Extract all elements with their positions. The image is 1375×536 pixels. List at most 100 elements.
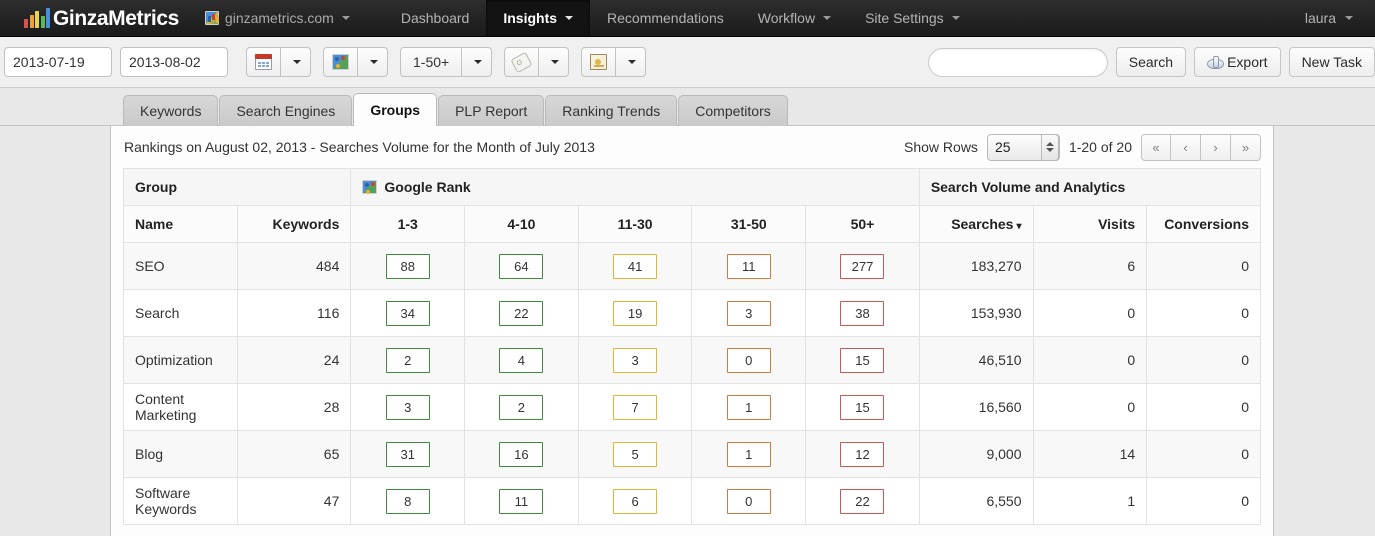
nav-item-site-settings[interactable]: Site Settings <box>848 0 977 36</box>
last-page-button[interactable]: » <box>1231 133 1261 161</box>
tab-plp-report[interactable]: PLP Report <box>438 95 545 126</box>
search-button[interactable]: Search <box>1115 47 1187 77</box>
rank-badge[interactable]: 15 <box>840 347 885 373</box>
nav-item-label: Site Settings <box>865 10 944 26</box>
rank-badge[interactable]: 3 <box>726 300 771 326</box>
cell-group-name[interactable]: SEO <box>123 242 238 290</box>
stepper-icon[interactable] <box>1040 133 1059 161</box>
search-engine-dropdown-button[interactable] <box>358 47 388 77</box>
rank-badge[interactable]: 3 <box>385 394 430 420</box>
nav-item-dashboard[interactable]: Dashboard <box>384 0 487 36</box>
rank-badge[interactable]: 15 <box>840 394 885 420</box>
rank-range-button[interactable]: 1-50+ <box>400 47 463 77</box>
search-input[interactable] <box>927 47 1108 77</box>
new-task-button[interactable]: New Task <box>1288 47 1375 77</box>
cell-group-name[interactable]: Software Keywords <box>123 477 238 525</box>
rank-badge[interactable]: 38 <box>840 300 885 326</box>
rank-badge[interactable]: 6 <box>613 488 658 514</box>
first-page-button[interactable]: « <box>1141 133 1171 161</box>
tag-dropdown-button[interactable] <box>539 47 570 77</box>
nav-item-workflow[interactable]: Workflow <box>741 0 848 36</box>
chevron-down-icon <box>550 60 559 64</box>
export-button[interactable]: Export <box>1194 47 1281 77</box>
rank-badge[interactable]: 5 <box>613 441 658 467</box>
cell-rank-r4_10: 2 <box>464 383 579 431</box>
column-header-keywords[interactable]: Keywords <box>236 205 352 243</box>
column-header-50-[interactable]: 50+ <box>805 205 920 243</box>
rank-badge[interactable]: 19 <box>613 300 658 326</box>
revenue-dropdown-button[interactable] <box>616 47 647 77</box>
rank-badge[interactable]: 0 <box>726 488 771 514</box>
rank-badge[interactable]: 11 <box>499 488 544 514</box>
calendar-button[interactable] <box>246 47 281 77</box>
rank-badge[interactable]: 22 <box>499 300 544 326</box>
cell-rank-r1_3: 88 <box>350 242 466 290</box>
rank-badge[interactable]: 277 <box>840 253 885 279</box>
date-to-input[interactable] <box>120 47 228 77</box>
tab-groups[interactable]: Groups <box>353 93 438 126</box>
rank-badge[interactable]: 22 <box>840 488 885 514</box>
show-rows-label: Show Rows <box>904 139 978 155</box>
table-row[interactable]: Search 116 34 22 19 3 38 153,930 0 0 <box>123 289 1261 337</box>
rank-badge[interactable]: 11 <box>726 253 771 279</box>
cell-group-name[interactable]: Content Marketing <box>123 383 238 431</box>
rank-badge[interactable]: 0 <box>726 347 771 373</box>
user-menu[interactable]: laura <box>1305 0 1353 36</box>
column-header-11-30[interactable]: 11-30 <box>577 205 693 243</box>
date-from-input[interactable] <box>4 47 112 77</box>
search-engine-button[interactable] <box>323 47 358 77</box>
cell-searches: 16,560 <box>918 383 1034 431</box>
panel-header: Rankings on August 02, 2013 - Searches V… <box>123 126 1261 168</box>
rows-per-page-select[interactable]: 25 <box>986 133 1060 161</box>
column-header-visits[interactable]: Visits <box>1032 205 1148 243</box>
cell-group-name[interactable]: Optimization <box>123 336 238 384</box>
next-page-button[interactable]: › <box>1201 133 1231 161</box>
rank-badge[interactable]: 2 <box>385 347 430 373</box>
table-body: SEO 484 88 64 41 11 277 183,270 6 0 Search 116 34 22 1… <box>123 242 1261 525</box>
nav-item-insights[interactable]: Insights <box>486 0 591 36</box>
rank-badge[interactable]: 34 <box>385 300 430 326</box>
rank-badge[interactable]: 16 <box>499 441 544 467</box>
rank-badge[interactable]: 3 <box>613 347 658 373</box>
rank-badge[interactable]: 7 <box>613 394 658 420</box>
site-selector[interactable]: ginzametrics.com <box>201 0 354 36</box>
cell-rank-r31_50: 11 <box>691 242 807 290</box>
table-row[interactable]: Blog 65 31 16 5 1 12 9,000 14 0 <box>123 430 1261 478</box>
column-header-conversions[interactable]: Conversions <box>1146 205 1261 243</box>
tab-competitors[interactable]: Competitors <box>678 95 788 126</box>
cell-keywords: 116 <box>236 289 352 337</box>
table-row[interactable]: SEO 484 88 64 41 11 277 183,270 6 0 <box>123 242 1261 290</box>
rank-badge[interactable]: 31 <box>385 441 430 467</box>
rank-badge[interactable]: 1 <box>726 394 771 420</box>
table-row[interactable]: Optimization 24 2 4 3 0 15 46,510 0 0 <box>123 336 1261 384</box>
brand-logo[interactable]: GinzaMetrics <box>0 0 179 36</box>
rank-badge[interactable]: 8 <box>385 488 430 514</box>
rank-badge[interactable]: 88 <box>385 253 430 279</box>
prev-page-button[interactable]: ‹ <box>1171 133 1201 161</box>
chevron-down-icon <box>823 16 832 20</box>
tab-keywords[interactable]: Keywords <box>123 95 219 126</box>
table-row[interactable]: Software Keywords 47 8 11 6 0 22 6,550 1 0 <box>123 477 1261 525</box>
column-header-1-3[interactable]: 1-3 <box>350 205 466 243</box>
table-row[interactable]: Content Marketing 28 3 2 7 1 15 16,560 0 0 <box>123 383 1261 431</box>
cell-visits: 0 <box>1032 336 1148 384</box>
column-header-31-50[interactable]: 31-50 <box>691 205 807 243</box>
tag-button[interactable] <box>504 47 540 77</box>
rank-badge[interactable]: 12 <box>840 441 885 467</box>
calendar-dropdown-button[interactable] <box>281 47 311 77</box>
tab-search-engines[interactable]: Search Engines <box>219 95 353 126</box>
cell-group-name[interactable]: Blog <box>123 430 238 478</box>
cell-group-name[interactable]: Search <box>123 289 238 337</box>
nav-item-recommendations[interactable]: Recommendations <box>590 0 741 36</box>
rank-range-dropdown-button[interactable] <box>462 47 493 77</box>
revenue-button[interactable] <box>581 47 617 77</box>
rank-badge[interactable]: 64 <box>499 253 544 279</box>
column-header-4-10[interactable]: 4-10 <box>464 205 579 243</box>
tab-ranking-trends[interactable]: Ranking Trends <box>545 95 678 126</box>
rank-badge[interactable]: 41 <box>613 253 658 279</box>
rank-badge[interactable]: 4 <box>499 347 544 373</box>
rank-badge[interactable]: 2 <box>499 394 544 420</box>
rank-badge[interactable]: 1 <box>726 441 771 467</box>
column-header-searches[interactable]: Searches ▾ <box>918 205 1034 243</box>
column-header-name[interactable]: Name <box>123 205 238 243</box>
